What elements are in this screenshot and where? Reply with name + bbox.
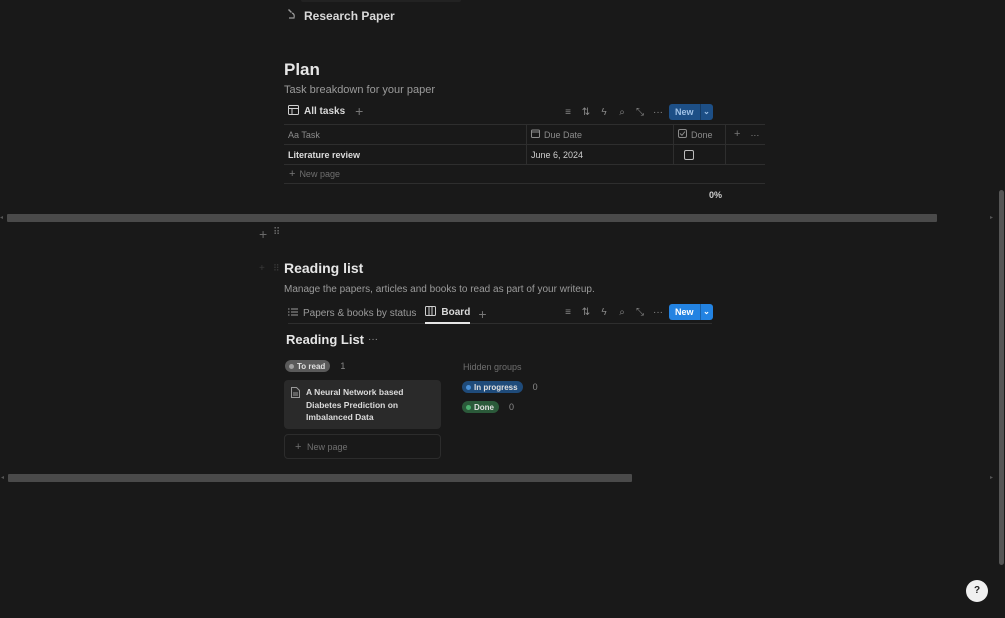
hidden-groups-label: Hidden groups [463, 362, 522, 372]
horizontal-scrollbar[interactable] [8, 474, 632, 482]
group-to-read[interactable]: To read 1 [285, 360, 345, 372]
status-dot [466, 404, 471, 410]
task-cell[interactable]: Literature review [284, 145, 527, 164]
column-done[interactable]: Done [674, 125, 726, 144]
tab-label: Board [441, 307, 471, 318]
sort-icon[interactable]: ⇅ [577, 107, 595, 118]
automation-icon[interactable]: ϟ [595, 107, 613, 118]
list-icon [288, 308, 298, 319]
tab-papers-by-status[interactable]: Papers & books by status [288, 308, 416, 319]
group-count: 1 [340, 361, 346, 371]
group-count: 0 [532, 382, 538, 392]
column-actions: + ··· [726, 125, 765, 144]
vertical-scrollbar[interactable] [999, 190, 1004, 565]
calendar-icon [531, 129, 540, 140]
plan-description: Task breakdown for your paper [284, 84, 436, 96]
filter-icon[interactable]: ≡ [559, 307, 577, 318]
empty-cell [726, 145, 765, 164]
search-icon[interactable]: ⌕ [613, 107, 631, 118]
more-icon[interactable]: ··· [750, 130, 759, 140]
column-due-date[interactable]: Due Date [527, 125, 674, 144]
new-page-card[interactable]: + New page [284, 434, 441, 459]
card-title: A Neural Network based Diabetes Predicti… [306, 387, 404, 422]
column-label: Due Date [544, 129, 583, 140]
filter-icon[interactable]: ≡ [559, 107, 577, 118]
plan-toolbar: ≡ ⇅ ϟ ⌕ ⤡ ··· [559, 104, 667, 120]
cut-off-text [301, 0, 461, 2]
table-row[interactable]: Literature review June 6, 2024 [284, 144, 765, 164]
status-label: To read [297, 361, 326, 371]
page-link-research-paper[interactable]: Research Paper [286, 8, 395, 23]
due-date-cell[interactable]: June 6, 2024 [527, 145, 674, 164]
tab-label: Papers & books by status [303, 308, 417, 319]
add-block-icon[interactable]: + [259, 263, 265, 274]
help-button[interactable]: ? [966, 580, 988, 602]
tab-all-tasks[interactable]: All tasks [288, 104, 346, 118]
sort-icon[interactable]: ⇅ [577, 307, 595, 318]
plan-table: Aa Task Due Date Done + ··· Literature r… [284, 124, 765, 184]
board-title: Reading List [286, 332, 365, 347]
status-dot [289, 363, 294, 369]
microscope-icon [286, 8, 298, 23]
progress-value: 0% [709, 190, 723, 200]
drag-handle-icon[interactable]: ⠿ [273, 227, 280, 238]
chevron-down-icon[interactable]: ⌄ [699, 104, 713, 120]
done-cell[interactable] [674, 145, 726, 164]
expand-icon[interactable]: ⤡ [631, 107, 649, 118]
hidden-group-done[interactable]: Done 0 [462, 401, 514, 413]
plan-new-button[interactable]: New ⌄ [669, 104, 713, 120]
reading-list-description: Manage the papers, articles and books to… [284, 284, 595, 295]
reading-new-button[interactable]: New ⌄ [669, 304, 713, 320]
column-task[interactable]: Aa Task [284, 125, 527, 144]
scroll-left-icon[interactable]: ◂ [0, 214, 3, 221]
plan-heading: Plan [284, 60, 320, 79]
table-header-row: Aa Task Due Date Done + ··· [284, 124, 765, 144]
help-icon: ? [973, 585, 981, 596]
new-label: New [675, 107, 694, 117]
more-icon[interactable]: ··· [649, 307, 667, 318]
status-label: Done [474, 402, 494, 412]
automation-icon[interactable]: ϟ [595, 307, 613, 318]
add-block-icon[interactable]: + [259, 226, 267, 242]
hidden-group-in-progress[interactable]: In progress 0 [462, 381, 538, 393]
status-badge: In progress [462, 381, 523, 393]
expand-icon[interactable]: ⤡ [631, 307, 649, 318]
status-dot [466, 384, 471, 390]
checkbox-icon [678, 129, 687, 140]
reading-toolbar: ≡ ⇅ ϟ ⌕ ⤡ ··· [559, 304, 667, 320]
add-view-icon[interactable]: + [478, 307, 486, 321]
chevron-down-icon[interactable]: ⌄ [699, 304, 713, 320]
group-count: 0 [509, 402, 515, 412]
scroll-left-icon[interactable]: ◂ [1, 474, 4, 481]
reading-list-heading: Reading list [284, 260, 364, 276]
board-card[interactable]: A Neural Network based Diabetes Predicti… [284, 380, 441, 429]
board-icon [425, 306, 437, 319]
plan-view-tabs: All tasks + [288, 104, 363, 118]
column-label: Done [691, 129, 713, 140]
status-badge: Done [462, 401, 499, 413]
scroll-right-icon[interactable]: ▸ [990, 214, 993, 221]
more-icon[interactable]: ··· [649, 107, 667, 118]
plus-icon: + [295, 441, 302, 453]
search-icon[interactable]: ⌕ [613, 307, 631, 318]
status-badge: To read [285, 360, 331, 372]
more-icon[interactable]: ··· [368, 334, 378, 345]
page-link-label: Research Paper [304, 8, 395, 23]
add-column-icon[interactable]: + [734, 129, 740, 140]
document-icon [291, 387, 300, 402]
add-view-icon[interactable]: + [355, 104, 363, 118]
drag-handle-icon[interactable]: ⠿ [273, 263, 280, 274]
new-page-label: New page [306, 442, 348, 452]
status-label: In progress [474, 382, 518, 392]
new-page-label: New page [299, 169, 340, 179]
new-page-row[interactable]: + New page [284, 164, 765, 184]
done-checkbox[interactable] [684, 149, 694, 160]
tab-label: All tasks [304, 105, 346, 117]
table-icon [288, 104, 299, 118]
horizontal-scrollbar[interactable] [7, 214, 937, 222]
new-label: New [675, 307, 694, 317]
plus-icon: + [289, 167, 296, 180]
scroll-right-icon[interactable]: ▸ [990, 474, 993, 481]
tab-board[interactable]: Board [425, 304, 471, 324]
